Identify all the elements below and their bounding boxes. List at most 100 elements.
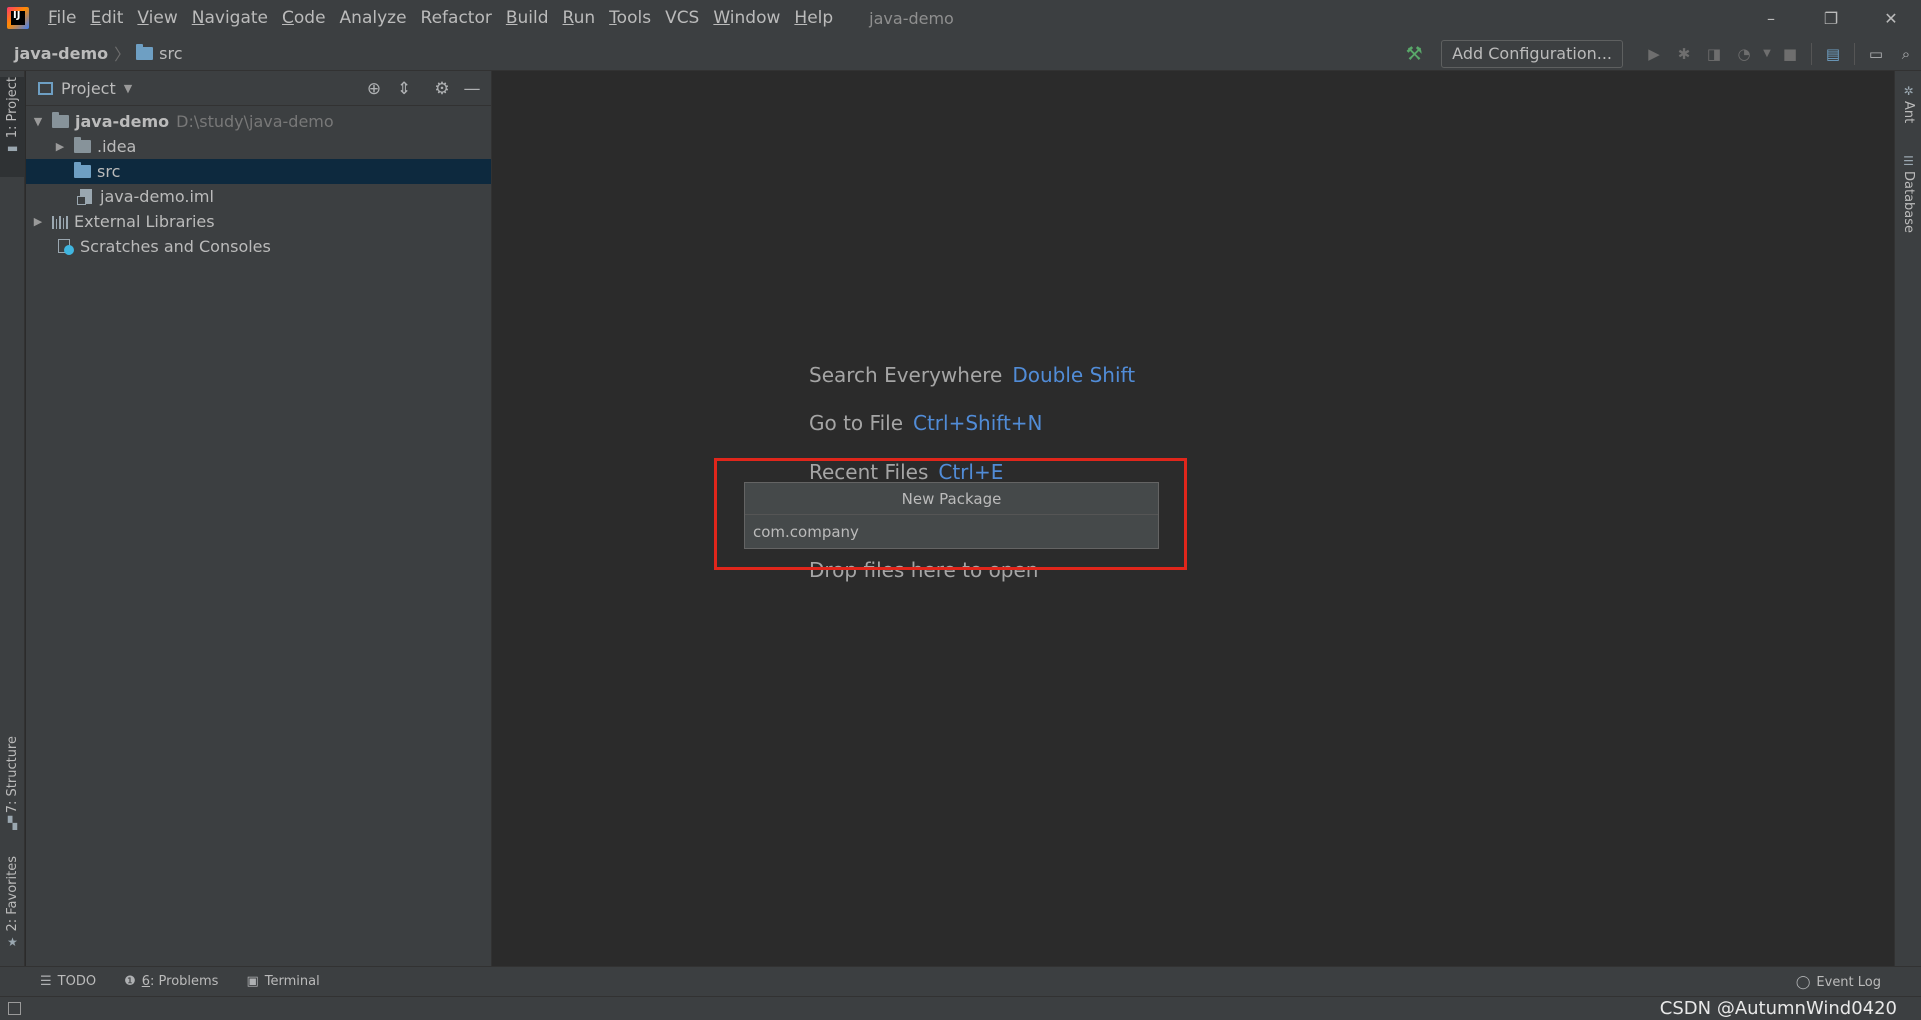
add-configuration-button[interactable]: Add Configuration...	[1441, 39, 1623, 68]
toolbar-divider	[1854, 42, 1855, 65]
folder-icon	[74, 137, 91, 153]
tree-item-src[interactable]: src	[26, 159, 491, 184]
dropdown-chevron-icon[interactable]: ▼	[1761, 41, 1773, 67]
menu-build[interactable]: Build	[499, 0, 556, 36]
tree-item-scratches[interactable]: Scratches and Consoles	[26, 234, 491, 259]
star-icon: ★	[7, 934, 18, 949]
terminal-label: Terminal	[264, 974, 320, 989]
module-folder-icon	[52, 112, 69, 128]
structure-icon: ▚	[7, 816, 18, 831]
structure-tool-tab[interactable]: 7: Structure ▚	[0, 736, 25, 836]
project-structure-icon[interactable]: ▤	[1820, 41, 1846, 67]
problems-info-icon: ❶	[124, 974, 136, 989]
project-view-selector[interactable]: Project ▼	[38, 79, 132, 98]
database-tab-label: Database	[1901, 171, 1916, 234]
database-tool-tab[interactable]: ☰ Database	[1895, 151, 1921, 251]
window-controls: – ❐ ✕	[1741, 0, 1921, 36]
breadcrumb-project[interactable]: java-demo	[14, 44, 108, 63]
stop-icon[interactable]: ■	[1777, 41, 1803, 67]
search-icon[interactable]: ⌕	[1893, 41, 1919, 67]
problems-tool-tab[interactable]: ❶ 6: Problems	[124, 974, 218, 989]
tree-item-label: .idea	[97, 137, 137, 156]
chevron-down-icon: ▼	[123, 81, 133, 95]
tree-item-label: src	[97, 162, 121, 181]
debug-icon[interactable]: ✱	[1671, 41, 1697, 67]
menu-window[interactable]: Window	[706, 0, 787, 36]
event-log-tool-tab[interactable]: ◯ Event Log	[1796, 967, 1881, 997]
todo-label: TODO	[57, 974, 97, 989]
minimize-button[interactable]: –	[1741, 0, 1801, 36]
presentation-mode-icon[interactable]: ▭	[1863, 41, 1889, 67]
iml-file-icon	[77, 189, 92, 205]
menu-run[interactable]: Run	[556, 0, 603, 36]
terminal-tool-tab[interactable]: ▣ Terminal	[246, 974, 319, 989]
problems-label: : Problems	[150, 974, 219, 989]
main-menu: File Edit View Navigate Code Analyze Ref…	[41, 0, 840, 36]
menu-help[interactable]: Help	[787, 0, 840, 36]
hint-label: Search Everywhere	[809, 363, 1003, 387]
tree-item-external-libraries[interactable]: ▶ External Libraries	[26, 209, 491, 234]
toggle-tool-windows-icon[interactable]	[8, 1002, 21, 1015]
hint-search-everywhere: Search Everywhere Double Shift	[809, 363, 1135, 387]
menu-analyze[interactable]: Analyze	[333, 0, 414, 36]
main-toolbar: ⚒ Add Configuration... ▶ ✱ ◨ ◔ ▼ ■ ▤ ▭ ⌕	[1399, 36, 1921, 71]
settings-gear-icon[interactable]: ⚙	[429, 76, 455, 102]
favorites-tool-tab[interactable]: 2: Favorites ★	[0, 856, 25, 956]
folder-icon	[136, 43, 154, 60]
menu-file[interactable]: File	[41, 0, 83, 36]
project-tool-window: Project ▼ ⊕ ⇕ ⚙ — ▼ java-demo D:\study\j…	[26, 71, 492, 966]
todo-tool-tab[interactable]: ☰ TODO	[40, 974, 96, 989]
bottom-tool-bar: ☰ TODO ❶ 6: Problems ▣ Terminal ◯ Event …	[0, 966, 1921, 996]
locate-file-icon[interactable]: ⊕	[361, 76, 387, 102]
chevron-right-icon: ▶	[33, 215, 43, 228]
profile-icon[interactable]: ◔	[1731, 41, 1757, 67]
project-panel-title: Project	[61, 78, 116, 98]
hint-shortcut: Ctrl+Shift+N	[913, 411, 1043, 435]
run-icon[interactable]: ▶	[1641, 41, 1667, 67]
left-tool-stripe: 1: Project ▬ 7: Structure ▚ 2: Favorites…	[0, 71, 25, 966]
menu-edit[interactable]: Edit	[83, 0, 130, 36]
status-bar: CSDN @AutumnWind0420	[0, 996, 1921, 1020]
tree-item-java-demo[interactable]: ▼ java-demo D:\study\java-demo	[26, 109, 491, 134]
hint-label: Go to File	[809, 411, 903, 435]
title-bar: IJ File Edit View Navigate Code Analyze …	[0, 0, 1921, 36]
menu-view[interactable]: View	[130, 0, 184, 36]
structure-tab-label: 7: Structure	[5, 736, 20, 814]
build-hammer-icon[interactable]: ⚒	[1401, 41, 1427, 67]
project-tab-label: 1: Project	[5, 77, 20, 139]
menu-refactor[interactable]: Refactor	[414, 0, 499, 36]
tree-item-label: External Libraries	[74, 212, 215, 231]
event-log-label: Event Log	[1816, 974, 1881, 990]
editor-area[interactable]: Search Everywhere Double Shift Go to File…	[493, 71, 1894, 966]
restore-button[interactable]: ❐	[1801, 0, 1861, 36]
collapse-all-icon[interactable]: ⇕	[391, 76, 417, 102]
intellij-logo-icon: IJ	[7, 7, 29, 29]
coverage-icon[interactable]: ◨	[1701, 41, 1727, 67]
close-button[interactable]: ✕	[1861, 0, 1921, 36]
hide-panel-icon[interactable]: —	[459, 76, 485, 102]
scratches-icon	[58, 238, 74, 255]
menu-tools[interactable]: Tools	[602, 0, 658, 36]
menu-vcs[interactable]: VCS	[658, 0, 706, 36]
tree-item-label: java-demo.iml	[100, 187, 214, 206]
breadcrumb-separator-icon: 〉	[114, 45, 131, 64]
hint-go-to-file: Go to File Ctrl+Shift+N	[809, 411, 1043, 435]
project-tool-tab[interactable]: 1: Project ▬	[0, 77, 25, 177]
project-panel-header: Project ▼ ⊕ ⇕ ⚙ —	[26, 71, 491, 106]
right-tool-stripe: ✲ Ant ☰ Database	[1894, 71, 1921, 966]
tree-item-iml[interactable]: java-demo.iml	[26, 184, 491, 209]
window-title: java-demo	[869, 8, 954, 28]
menu-code[interactable]: Code	[275, 0, 333, 36]
hint-shortcut: Double Shift	[1012, 363, 1136, 387]
tree-item-idea[interactable]: ▶ .idea	[26, 134, 491, 159]
project-panel-tools: ⊕ ⇕ ⚙ —	[357, 71, 485, 106]
menu-navigate[interactable]: Navigate	[185, 0, 275, 36]
breadcrumb-src[interactable]: src	[136, 43, 183, 63]
ant-icon: ✲	[1903, 84, 1914, 98]
project-window-icon	[38, 81, 53, 95]
event-log-bubble-icon: ◯	[1795, 974, 1811, 990]
navigation-bar: java-demo 〉 src ⚒ Add Configuration... ▶…	[0, 36, 1921, 71]
problems-number: 6	[141, 974, 151, 989]
source-folder-icon	[74, 162, 91, 178]
ant-tool-tab[interactable]: ✲ Ant	[1895, 81, 1921, 141]
